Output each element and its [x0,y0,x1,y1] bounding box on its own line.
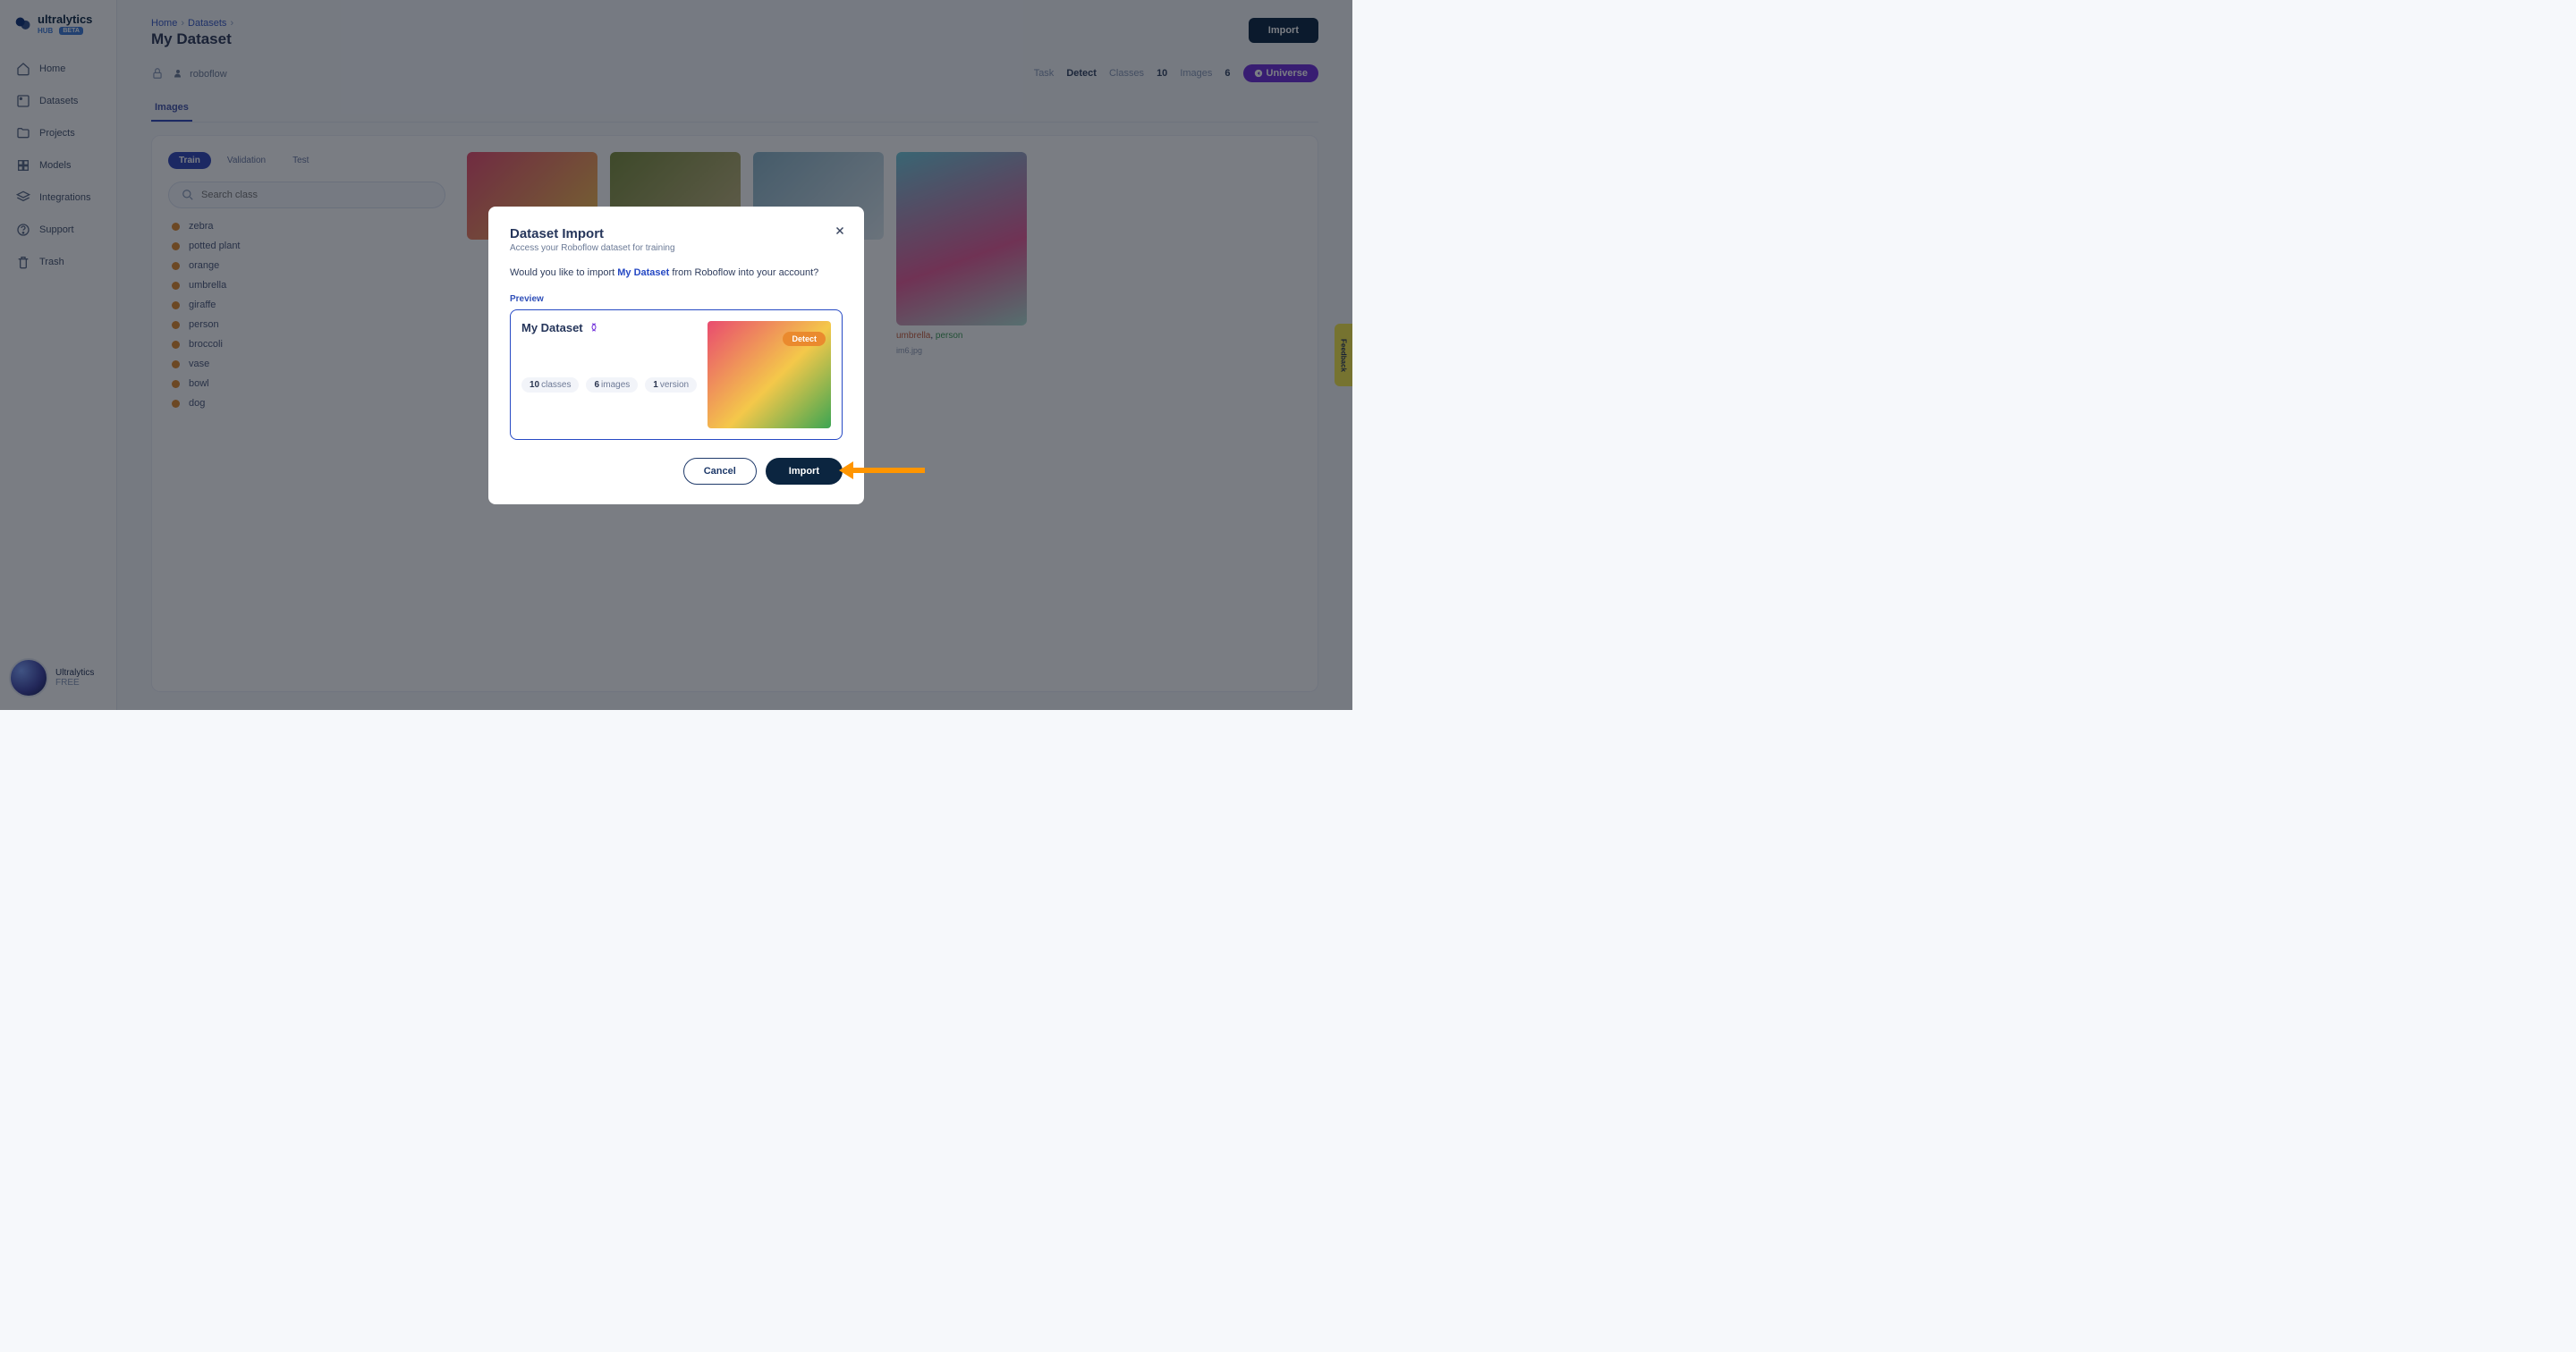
stat-classes: 10classes [521,377,579,393]
preview-image: Detect [708,321,831,428]
modal-title: Dataset Import [510,226,843,241]
close-icon [834,224,846,237]
modal-overlay[interactable]: Dataset Import Access your Roboflow data… [0,0,1352,710]
question-post: from Roboflow into your account? [669,267,818,278]
preview-stats: 10classes 6images 1version [521,377,697,393]
question-dataset-name: My Dataset [617,267,669,278]
modal-dataset-import: Dataset Import Access your Roboflow data… [488,207,864,504]
preview-title-text: My Dataset [521,321,583,334]
import-confirm-button[interactable]: Import [766,458,843,485]
roboflow-icon [589,322,599,333]
preview-card[interactable]: My Dataset 10classes 6images 1version De… [510,309,843,440]
stat-images: 6images [586,377,638,393]
close-button[interactable] [832,223,848,239]
modal-subtitle: Access your Roboflow dataset for trainin… [510,243,843,253]
question-pre: Would you like to import [510,267,617,278]
modal-question: Would you like to import My Dataset from… [510,267,843,278]
detect-badge: Detect [783,332,826,346]
cancel-button[interactable]: Cancel [683,458,757,485]
preview-title: My Dataset [521,321,697,334]
preview-label: Preview [510,294,843,304]
stat-version: 1version [645,377,697,393]
modal-actions: Cancel Import [510,458,843,485]
